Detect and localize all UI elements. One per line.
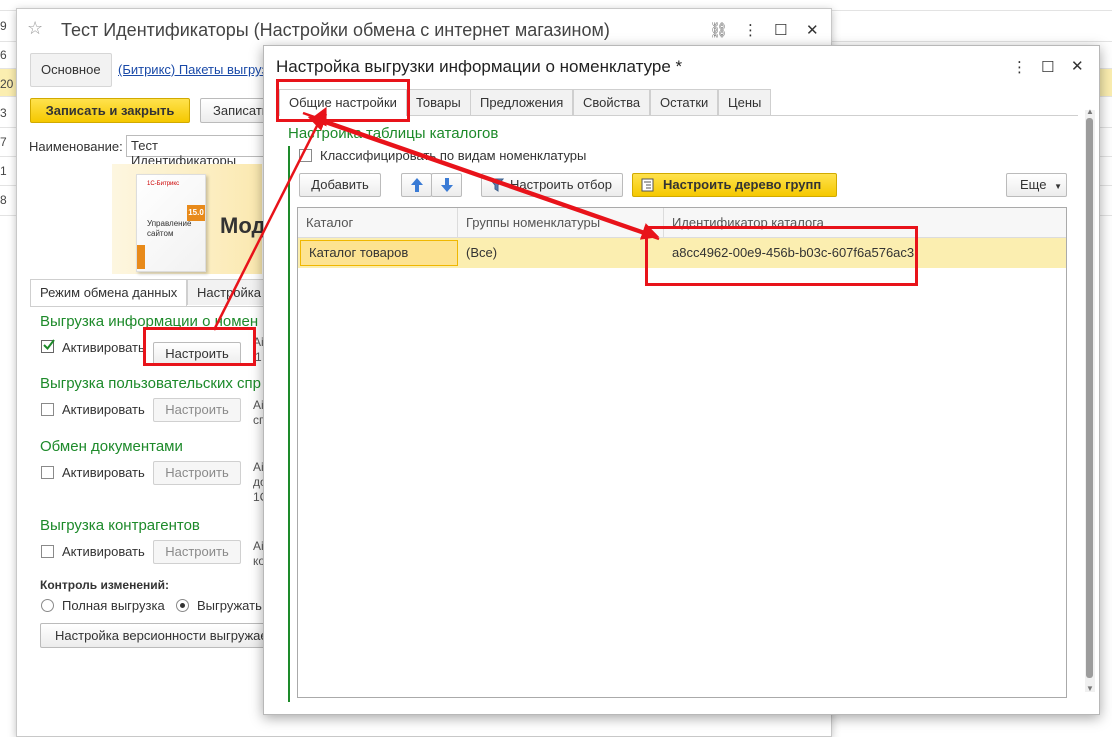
annotation-arrows — [212, 106, 660, 331]
